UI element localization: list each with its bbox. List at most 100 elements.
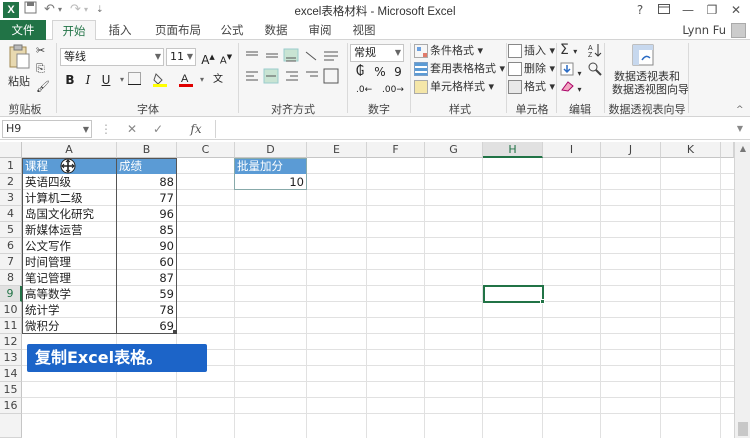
column-header-h[interactable]: H bbox=[483, 142, 543, 158]
collapse-ribbon-icon[interactable]: ^ bbox=[736, 102, 744, 118]
column-header-c[interactable]: C bbox=[177, 142, 235, 158]
find-select-icon[interactable] bbox=[588, 62, 602, 81]
number-format-select[interactable]: 常规 ▼ bbox=[350, 44, 404, 62]
cell-a2[interactable]: 英语四级 bbox=[23, 174, 116, 190]
table-resize-handle[interactable] bbox=[173, 330, 177, 334]
cell-b4[interactable]: 96 bbox=[117, 206, 176, 222]
tab-data[interactable]: 数据 bbox=[258, 20, 294, 40]
cell-b1[interactable]: 成绩 bbox=[117, 158, 176, 174]
percent-button[interactable]: % bbox=[372, 64, 388, 80]
cell-a6[interactable]: 公文写作 bbox=[23, 238, 116, 254]
row-header-14[interactable]: 14 bbox=[0, 366, 22, 382]
vertical-scrollbar[interactable]: ▲ bbox=[734, 142, 750, 438]
insert-cells-button[interactable]: 插入 ▾ bbox=[508, 43, 555, 59]
cell-styles-button[interactable]: 单元格样式 ▾ bbox=[414, 79, 494, 95]
column-header-i[interactable]: I bbox=[543, 142, 601, 158]
shrink-font-button[interactable]: A▼ bbox=[218, 49, 234, 66]
row-header-7[interactable]: 7 bbox=[0, 254, 22, 270]
comma-style-button[interactable]: 9 bbox=[390, 64, 406, 80]
row-header-13[interactable]: 13 bbox=[0, 350, 22, 366]
active-cell-h9[interactable] bbox=[483, 285, 544, 303]
cell-d2[interactable]: 10 bbox=[235, 174, 306, 190]
column-header-k[interactable]: K bbox=[661, 142, 721, 158]
cell-b2[interactable]: 88 bbox=[117, 174, 176, 190]
cell-a10[interactable]: 统计学 bbox=[23, 302, 116, 318]
row-header-10[interactable]: 10 bbox=[0, 302, 22, 318]
insert-function-button[interactable]: fx bbox=[186, 120, 206, 138]
bold-button[interactable]: B bbox=[62, 72, 78, 88]
copy-icon[interactable]: ⎘ bbox=[36, 61, 45, 77]
autosum-icon[interactable]: Σ ▾ bbox=[560, 42, 577, 60]
cell-b5[interactable]: 85 bbox=[117, 222, 176, 238]
cell-a11[interactable]: 微积分 bbox=[23, 318, 116, 334]
row-header-4[interactable]: 4 bbox=[0, 206, 22, 222]
cell-a7[interactable]: 时间管理 bbox=[23, 254, 116, 270]
column-header-a[interactable]: A bbox=[22, 142, 117, 158]
row-header-15[interactable]: 15 bbox=[0, 382, 22, 398]
clear-icon[interactable]: ▾ bbox=[560, 80, 582, 98]
pivot-wizard-button[interactable]: 数据透视表和 数据透视图向导 bbox=[612, 70, 689, 96]
row-header-6[interactable]: 6 bbox=[0, 238, 22, 254]
tab-review[interactable]: 审阅 bbox=[302, 20, 338, 40]
confirm-entry-button[interactable]: ✓ bbox=[148, 120, 168, 138]
cell-a9[interactable]: 高等数学 bbox=[23, 286, 116, 302]
cell-b10[interactable]: 78 bbox=[117, 302, 176, 318]
row-header-5[interactable]: 5 bbox=[0, 222, 22, 238]
row-header-16[interactable]: 16 bbox=[0, 398, 22, 414]
row-header-8[interactable]: 8 bbox=[0, 270, 22, 286]
cell-b9[interactable]: 59 bbox=[117, 286, 176, 302]
column-header-g[interactable]: G bbox=[425, 142, 483, 158]
format-as-table-button[interactable]: 套用表格格式 ▾ bbox=[414, 61, 505, 77]
tab-page-layout[interactable]: 页面布局 bbox=[148, 20, 208, 40]
row-header-11[interactable]: 11 bbox=[0, 318, 22, 334]
scroll-thumb[interactable] bbox=[738, 422, 748, 436]
increase-decimal-icon[interactable]: .0← bbox=[356, 82, 372, 98]
row-header-3[interactable]: 3 bbox=[0, 190, 22, 206]
row-header-9[interactable]: 9 bbox=[0, 286, 22, 302]
name-box[interactable]: H9 ▼ bbox=[2, 120, 92, 138]
cell-a3[interactable]: 计算机二级 bbox=[23, 190, 116, 206]
row-header-17[interactable] bbox=[0, 414, 22, 438]
decrease-decimal-icon[interactable]: .00→ bbox=[382, 82, 404, 98]
cell-b11[interactable]: 69 bbox=[117, 318, 176, 334]
close-button[interactable]: ✕ bbox=[724, 0, 748, 20]
cell-d1[interactable]: 批量加分 bbox=[235, 158, 306, 174]
borders-icon[interactable] bbox=[126, 72, 142, 88]
tab-file[interactable]: 文件 bbox=[0, 20, 46, 40]
italic-button[interactable]: I bbox=[80, 72, 96, 88]
fill-icon[interactable]: ▾ bbox=[560, 62, 582, 82]
avatar[interactable] bbox=[731, 23, 746, 38]
fill-color-icon[interactable] bbox=[152, 72, 168, 88]
phonetic-icon[interactable]: 文 bbox=[210, 72, 226, 88]
column-header-e[interactable]: E bbox=[307, 142, 367, 158]
cell-a8[interactable]: 笔记管理 bbox=[23, 270, 116, 286]
cell-a5[interactable]: 新媒体运营 bbox=[23, 222, 116, 238]
scroll-up-icon[interactable]: ▲ bbox=[735, 142, 750, 156]
column-header-j[interactable]: J bbox=[601, 142, 661, 158]
cell-b7[interactable]: 60 bbox=[117, 254, 176, 270]
font-name-select[interactable]: 等线 ▼ bbox=[60, 48, 164, 66]
formula-input[interactable] bbox=[215, 120, 730, 138]
paste-button[interactable]: 粘贴 bbox=[6, 44, 32, 89]
font-color-icon[interactable]: A bbox=[178, 72, 194, 88]
column-header-f[interactable]: F bbox=[367, 142, 425, 158]
worksheet-grid[interactable]: A B C D E F G H I J K 1 2 3 4 5 6 7 8 9 … bbox=[0, 142, 750, 438]
delete-cells-button[interactable]: 删除 ▾ bbox=[508, 61, 555, 77]
tab-home[interactable]: 开始 bbox=[52, 20, 96, 41]
row-header-1[interactable]: 1 bbox=[0, 158, 22, 174]
chevron-down-icon[interactable]: ▾ bbox=[194, 72, 210, 88]
alignment-buttons[interactable] bbox=[244, 48, 344, 93]
tab-view[interactable]: 视图 bbox=[346, 20, 382, 40]
column-header-b[interactable]: B bbox=[117, 142, 177, 158]
cell-a4[interactable]: 岛国文化研究 bbox=[23, 206, 116, 222]
format-painter-icon[interactable]: 🖌 bbox=[36, 79, 50, 95]
pivot-wizard-icon[interactable] bbox=[632, 44, 656, 71]
fill-handle[interactable] bbox=[540, 299, 545, 304]
user-name[interactable]: Lynn Fu bbox=[682, 20, 726, 40]
cell-b6[interactable]: 90 bbox=[117, 238, 176, 254]
cell-b8[interactable]: 87 bbox=[117, 270, 176, 286]
restore-button[interactable]: ❐ bbox=[700, 0, 724, 20]
select-all-button[interactable] bbox=[0, 142, 22, 158]
font-size-select[interactable]: 11 ▼ bbox=[166, 48, 196, 66]
ribbon-display-button[interactable] bbox=[652, 0, 676, 20]
